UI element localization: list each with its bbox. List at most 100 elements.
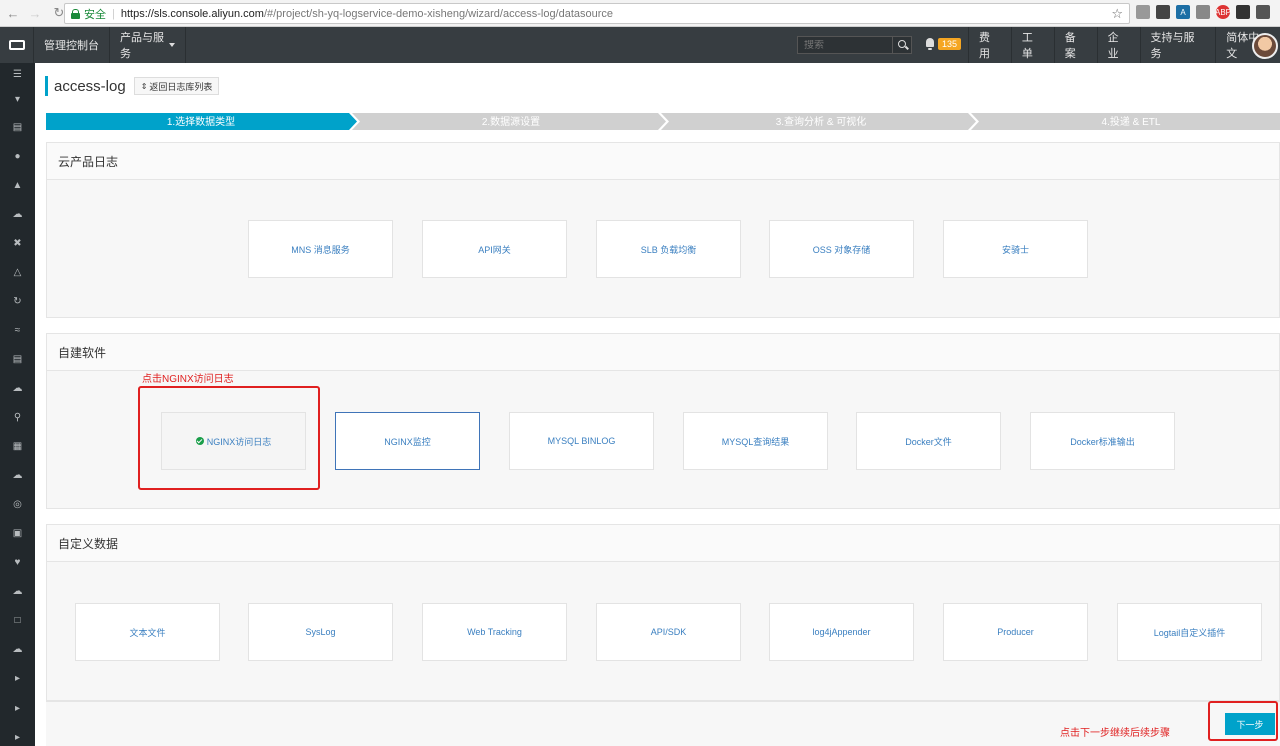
annotation-click-next: 点击下一步继续后续步骤 (1060, 728, 1170, 739)
github-extension-icon[interactable] (1236, 5, 1250, 19)
url-separator: | (112, 7, 115, 20)
microphone-icon[interactable]: ♥ (0, 558, 35, 568)
chart-icon[interactable]: ≈ (0, 326, 35, 336)
menu-extension-icon[interactable] (1256, 5, 1270, 19)
topnav-item-icp[interactable]: 备案 (1053, 27, 1097, 63)
annotation-box-nginx (138, 386, 320, 490)
card-api-sdk[interactable]: API/SDK (596, 603, 741, 661)
topnav-item-enterprise[interactable]: 企业 (1096, 27, 1140, 63)
card-label: Producer (997, 627, 1034, 637)
card-log4j-appender[interactable]: log4jAppender (769, 603, 914, 661)
card-docker-file[interactable]: Docker文件 (856, 412, 1001, 470)
card-label: MYSQL BINLOG (547, 436, 616, 446)
card-text-file[interactable]: 文本文件 (75, 603, 220, 661)
topnav-item-billing[interactable]: 费用 (968, 27, 1011, 63)
topnav-item-support[interactable]: 支持与服务 (1139, 27, 1216, 63)
cloud-service-icon[interactable]: ☁ (0, 384, 35, 394)
wizard-steps: 1.选择数据类型 2.数据源设置 3.查询分析 & 可视化 4.投递 & ETL (46, 113, 1280, 130)
secure-label: 安全 (84, 8, 106, 21)
card-slb[interactable]: SLB 负载均衡 (596, 220, 741, 278)
back-arrow-icon[interactable]: ← (4, 4, 22, 22)
list-icon[interactable]: ▤ (0, 123, 35, 133)
storage-icon[interactable]: ▤ (0, 355, 35, 365)
annotation-click-nginx: 点击NGINX访问日志 (142, 374, 234, 385)
card-label: Web Tracking (467, 627, 522, 637)
tree-icon[interactable]: △ (0, 268, 35, 278)
document-icon[interactable]: □ (0, 616, 35, 626)
cloud-upload-icon[interactable]: ☁ (0, 471, 35, 481)
logo-icon (8, 40, 25, 50)
shield-icon[interactable]: ● (0, 152, 35, 162)
main-content: access-log ⇕ 返回日志库列表 1.选择数据类型 2.数据源设置 3.… (35, 63, 1280, 746)
aliyun-logo[interactable] (0, 27, 34, 63)
card-mysql-query[interactable]: MYSQL查询结果 (683, 412, 828, 470)
card-syslog[interactable]: SysLog (248, 603, 393, 661)
reader-extension-icon[interactable] (1136, 5, 1150, 19)
expand-arrow-icon[interactable]: ▸ (0, 704, 35, 714)
card-aegis[interactable]: 安骑士 (943, 220, 1088, 278)
product-sidebar: ☰ ▾ ▤ ● ▲ ☁ ✖ △ ↻ ≈ ▤ ☁ ⚲ ▦ ☁ ◎ ▣ ♥ ☁ □ … (0, 63, 35, 746)
cloud-config-icon[interactable]: ☁ (0, 645, 35, 655)
target-icon[interactable]: ◎ (0, 500, 35, 510)
notification-count-badge[interactable]: 135 (938, 38, 962, 50)
pocket-extension-icon[interactable] (1156, 5, 1170, 19)
section-cloud-logs: 云产品日志 MNS 消息服务 API网关 SLB 负载均衡 OSS 对象存储 安… (46, 142, 1280, 318)
url-path: /#/project/sh-yq-logservice-demo-xisheng… (263, 7, 614, 20)
network-icon[interactable]: ▲ (0, 181, 35, 191)
section-title: 自定义数据 (47, 525, 1279, 562)
refresh-icon[interactable]: ↻ (0, 297, 35, 307)
user-avatar[interactable] (1252, 33, 1278, 59)
card-mysql-binlog[interactable]: MYSQL BINLOG (509, 412, 654, 470)
search-input[interactable] (798, 39, 892, 51)
card-api-gateway[interactable]: API网关 (422, 220, 567, 278)
camera-extension-icon[interactable] (1196, 5, 1210, 19)
page-header: access-log ⇕ 返回日志库列表 (45, 75, 220, 97)
search-icon[interactable] (892, 37, 910, 53)
card-logtail-plugin[interactable]: Logtail自定义插件 (1117, 603, 1262, 661)
card-nginx-monitor[interactable]: NGINX监控 (335, 412, 480, 470)
card-label: 安骑士 (1001, 244, 1029, 255)
console-top-nav: 管理控制台 产品与服务 135 费用 工单 备案 企业 支持与服务 简体中文 (0, 27, 1280, 63)
extension-icons: A ABP (1136, 5, 1270, 19)
menu-icon[interactable]: ☰ (0, 70, 35, 80)
card-label: API/SDK (650, 627, 687, 637)
address-bar[interactable]: 安全 | https://sls.console.aliyun.com/#/pr… (64, 3, 1130, 24)
back-button-label: 返回日志库列表 (149, 81, 213, 92)
cloud-icon[interactable]: ☁ (0, 210, 35, 220)
annotation-box-next (1208, 701, 1278, 741)
top-nav-right-menu: 费用 工单 备案 企业 支持与服务 简体中文 (968, 27, 1280, 63)
card-docker-stdout[interactable]: Docker标准输出 (1030, 412, 1175, 470)
card-label: SLB 负载均衡 (640, 244, 697, 255)
bell-icon[interactable] (925, 38, 935, 50)
card-label: MNS 消息服务 (291, 244, 350, 255)
abp-extension-icon[interactable]: ABP (1215, 5, 1231, 19)
card-label: MYSQL查询结果 (721, 436, 790, 447)
cloud-sync-icon[interactable]: ☁ (0, 587, 35, 597)
cluster-icon[interactable]: ▦ (0, 442, 35, 452)
shuffle-icon[interactable]: ✖ (0, 239, 35, 249)
expand-arrow-icon[interactable]: ▸ (0, 674, 35, 684)
step-3-label: 3.查询分析 & 可视化 (776, 115, 867, 128)
card-mns[interactable]: MNS 消息服务 (248, 220, 393, 278)
caret-down-icon[interactable]: ▾ (0, 95, 35, 105)
card-producer[interactable]: Producer (943, 603, 1088, 661)
back-to-logstore-button[interactable]: ⇕ 返回日志库列表 (133, 77, 220, 95)
browser-toolbar: ← → ↻ 安全 | https://sls.console.aliyun.co… (0, 0, 1280, 27)
step-1-label: 1.选择数据类型 (167, 115, 235, 128)
topnav-item-tickets[interactable]: 工单 (1010, 27, 1054, 63)
lock-icon (71, 8, 80, 19)
console-home-link[interactable]: 管理控制台 (34, 27, 110, 63)
step-4-label: 4.投递 & ETL (1102, 115, 1161, 128)
bookmark-star-icon[interactable]: ☆ (1111, 6, 1123, 22)
magnifier-icon[interactable]: ⚲ (0, 413, 35, 423)
search-box[interactable] (797, 36, 912, 54)
card-web-tracking[interactable]: Web Tracking (422, 603, 567, 661)
forward-arrow-icon[interactable]: → (26, 4, 44, 22)
database-icon[interactable]: ▣ (0, 529, 35, 539)
translate-extension-icon[interactable]: A (1176, 5, 1190, 19)
expand-arrow-icon[interactable]: ▸ (0, 733, 35, 743)
products-menu[interactable]: 产品与服务 (110, 27, 186, 63)
card-oss[interactable]: OSS 对象存储 (769, 220, 914, 278)
card-label: log4jAppender (812, 627, 871, 637)
products-menu-label: 产品与服务 (120, 32, 164, 60)
